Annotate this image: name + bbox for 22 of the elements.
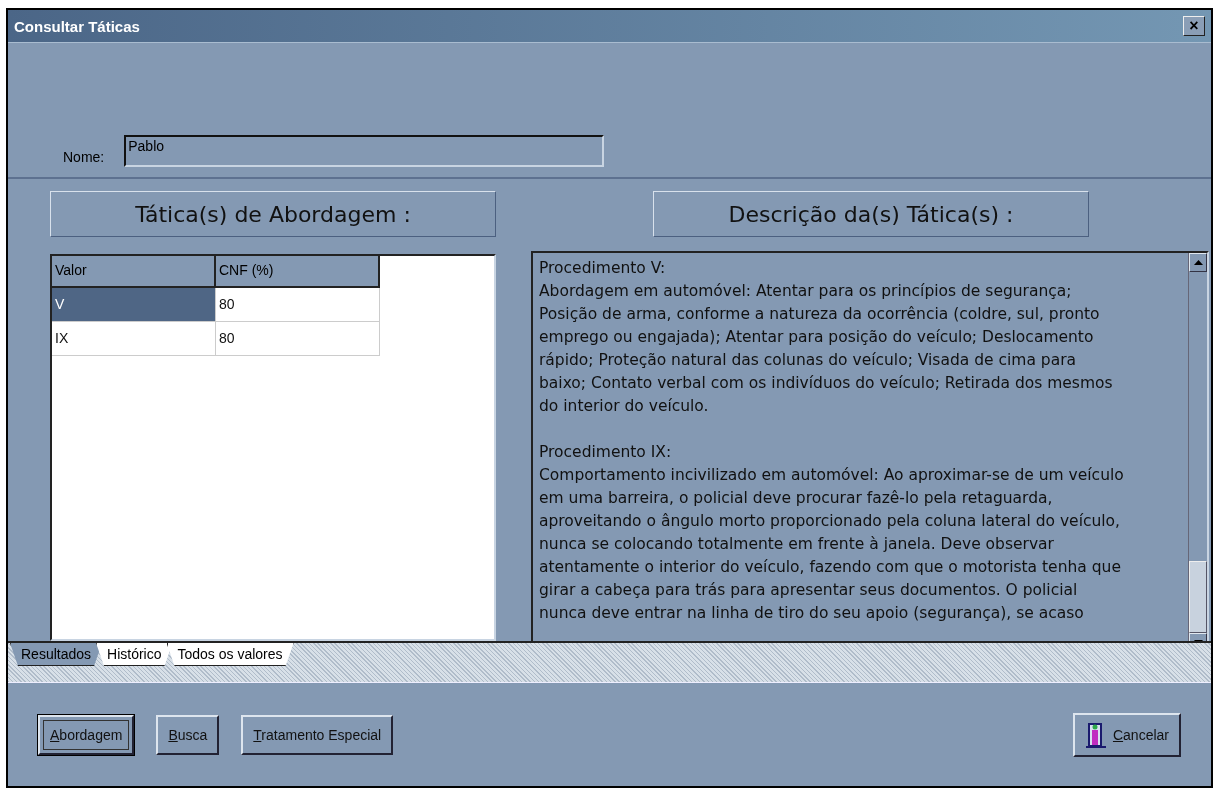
column-header[interactable]: Valor <box>52 256 216 288</box>
tab[interactable]: Todos os valores <box>166 643 294 666</box>
window-title: Consultar Táticas <box>14 17 140 35</box>
action-button[interactable]: Abordagem <box>38 714 135 755</box>
name-label: Nome: <box>63 149 105 165</box>
scroll-thumb[interactable] <box>1189 561 1207 633</box>
column-header[interactable]: CNF (%) <box>216 256 380 288</box>
exit-door-icon <box>1084 721 1107 748</box>
action-button[interactable]: Busca <box>156 714 220 755</box>
table-cell[interactable]: 80 <box>216 322 380 356</box>
table-cell[interactable]: IX <box>52 322 216 356</box>
name-field[interactable]: Pablo <box>124 135 605 167</box>
section-header: Descrição da(s) Tática(s) : <box>653 191 1089 237</box>
description-paragraph: Procedimento V: Abordagem em automóvel: Atentar para os princípios de segurança; Posição de arma, conforme a natureza da ocorrência (coldre, sul, pronto emprego ou engajada); Atentar para posição do veículo; Deslocamento rápido; Proteção natural das colunas do veículo; Visada de cima para baixo; Contato verbal com os indivíduos do veículo; Retirada dos mesmos do interior do veículo. <box>539 258 1114 417</box>
section-header: Tática(s) de Abordagem : <box>50 191 496 237</box>
table-cell[interactable]: V <box>52 288 216 322</box>
table-cell[interactable]: 80 <box>216 288 380 322</box>
scroll-up-icon[interactable] <box>1193 260 1203 265</box>
action-button[interactable]: Tratamento Especial <box>241 714 394 755</box>
close-button[interactable]: × <box>1183 16 1205 36</box>
cancel-button[interactable]: Cancelar <box>1072 712 1181 757</box>
description-paragraph: Procedimento IX: Comportamento incivilizado em automóvel: Ao aproximar-se de um veículo em uma barreira, o policial deve procurar fazê-lo pela retaguarda, aproveitando o ângulo morto proporcionado pela coluna lateral do veículo, nunca se colocando totalmente em frente à janela. Deve observar atentamente o interior do veículo, fazendo com que o motorista tenha que girar a cabeça para trás para apresentar seus documentos. O policial nunca deve entrar na linha de tiro do seu apoio (segurança), se acaso <box>539 442 1125 624</box>
